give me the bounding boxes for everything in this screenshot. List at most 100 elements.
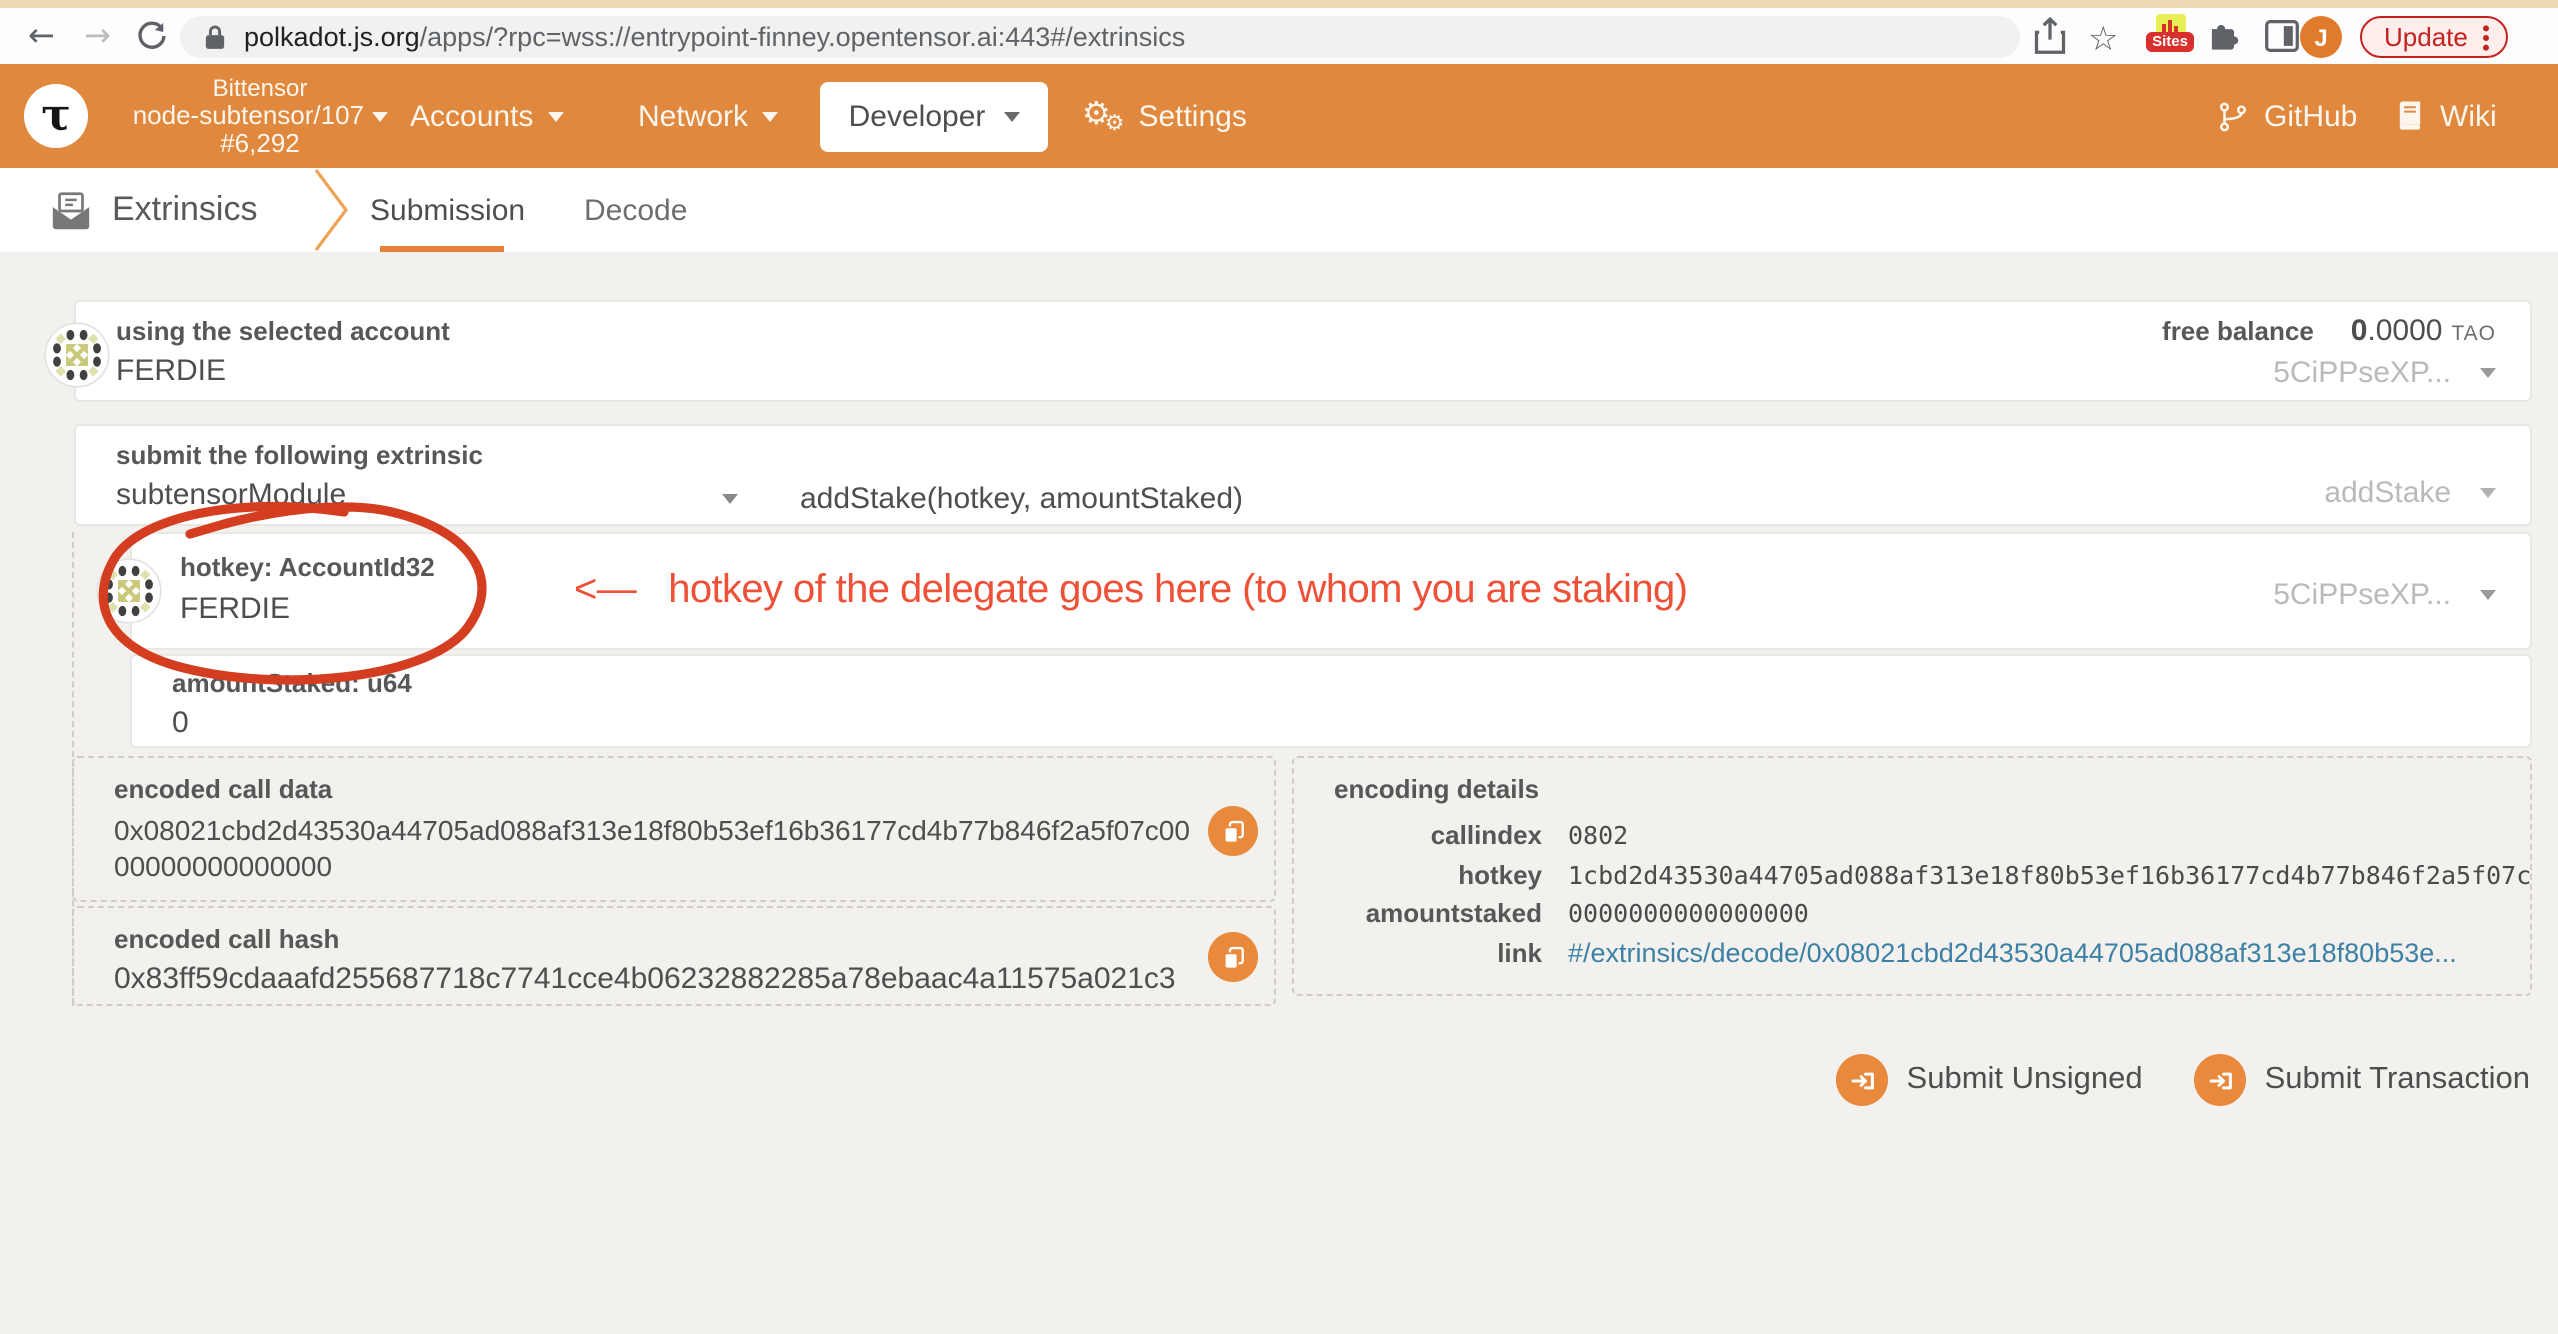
encoded-call-data-label: encoded call data [114, 774, 1234, 804]
github-branch-icon [2216, 99, 2250, 133]
submit-transaction-button[interactable]: Submit Transaction [2195, 1054, 2530, 1106]
chevron-down-icon[interactable] [722, 494, 738, 504]
block-number: #6,292 [110, 130, 410, 158]
url-path: /apps/?rpc=wss://entrypoint-finney.opent… [420, 21, 1186, 51]
param-hotkey-address-short: 5CiPPseXP... [2273, 578, 2451, 612]
call-select-control[interactable]: addStake [2324, 476, 2496, 512]
extrinsics-mail-icon [48, 188, 94, 234]
nav-network-label: Network [638, 99, 748, 133]
balance-frac: .0000 [2367, 314, 2442, 348]
nav-settings[interactable]: ⚙⚙ Settings [1082, 64, 1247, 168]
submit-unsigned-label: Submit Unsigned [1907, 1062, 2143, 1098]
call-signature: addStake(hotkey, amountStaked) [800, 482, 1243, 516]
forward-icon[interactable]: → [84, 8, 111, 64]
tab-bar: Extrinsics Submission Decode [0, 168, 2558, 252]
copy-icon [1219, 943, 1247, 971]
sites-extension-chart [2155, 14, 2185, 34]
ferdie-identicon [44, 322, 110, 388]
extrinsics-form: using the selected account FERDIE free b… [0, 252, 2558, 1334]
copy-icon [1219, 817, 1247, 845]
page: ← → polkadot.js.org/apps/?rpc=wss://entr… [0, 0, 2558, 1334]
wiki-book-icon [2394, 100, 2426, 132]
tab-submission[interactable]: Submission [370, 168, 525, 252]
bittensor-logo-glyph: τ [41, 94, 71, 138]
chevron-down-icon [547, 111, 563, 121]
param-amount-row: amountStaked: u64 0 [130, 654, 2532, 748]
window-top-strip [0, 0, 2558, 8]
account-address-short: 5CiPPseXP... [2273, 356, 2451, 390]
nav-network[interactable]: Network [638, 64, 778, 168]
submit-actions: Submit Unsigned Submit Transaction [1837, 1054, 2530, 1106]
encoded-call-data-value: 0x08021cbd2d43530a44705ad088af313e18f80b… [114, 812, 1194, 884]
submit-unsigned-button[interactable]: Submit Unsigned [1837, 1054, 2143, 1106]
nav-developer-label: Developer [849, 100, 986, 134]
github-link[interactable]: GitHub [2216, 64, 2357, 168]
nav-developer[interactable]: Developer [820, 82, 1048, 152]
encoded-call-hash-label: encoded call hash [114, 924, 1234, 954]
tab-decode[interactable]: Decode [584, 168, 687, 252]
balance-int: 0 [2351, 314, 2368, 348]
encoded-call-hash-value: 0x83ff59cdaaafd255687718c7741cce4b062328… [114, 962, 1234, 996]
chain-name: Bittensor [110, 74, 410, 102]
page-title: Extrinsics [112, 168, 257, 252]
extrinsic-select-label: submit the following extrinsic [116, 440, 2530, 470]
bittensor-logo[interactable]: τ [24, 84, 88, 148]
chevron-down-icon [762, 111, 778, 121]
ferdie-identicon [96, 558, 162, 624]
annotation-arrow: <— [574, 568, 636, 612]
reload-icon[interactable] [136, 20, 168, 52]
share-icon[interactable] [2032, 16, 2068, 56]
param-hotkey-select-control[interactable]: 5CiPPseXP... [2273, 578, 2496, 614]
call-name: addStake [2324, 476, 2451, 510]
copy-call-data-button[interactable] [1208, 806, 1258, 856]
chevron-down-icon[interactable] [2480, 369, 2496, 379]
decode-link[interactable]: #/extrinsics/decode/0x08021cbd2d43530a44… [1568, 933, 2457, 972]
profile-avatar[interactable]: J [2300, 16, 2342, 58]
encoded-call-data-box: encoded call data 0x08021cbd2d43530a4470… [72, 756, 1276, 902]
node-label: node-subtensor/107 [133, 100, 364, 130]
update-label: Update [2384, 22, 2468, 52]
back-icon[interactable]: ← [28, 8, 55, 64]
detail-row-link: link #/extrinsics/decode/0x08021cbd2d435… [1334, 933, 2490, 972]
bookmark-star-icon[interactable]: ☆ [2088, 12, 2119, 68]
param-amount-label: amountStaked: u64 [172, 668, 2530, 698]
annotation-text: <—hotkey of the delegate goes here (to w… [574, 568, 1687, 614]
browser-toolbar: ← → polkadot.js.org/apps/?rpc=wss://entr… [0, 8, 2558, 64]
encoding-details-label: encoding details [1334, 774, 2490, 804]
wiki-link[interactable]: Wiki [2394, 64, 2497, 168]
chevron-down-icon [1003, 112, 1019, 122]
sites-extension-label: Sites [2146, 32, 2194, 52]
free-balance-label: free balance [2162, 316, 2314, 346]
submit-transaction-label: Submit Transaction [2265, 1062, 2530, 1098]
chevron-down-icon[interactable] [2480, 591, 2496, 601]
update-button[interactable]: Update [2360, 16, 2508, 58]
copy-call-hash-button[interactable] [1208, 932, 1258, 982]
wiki-label: Wiki [2440, 99, 2497, 133]
tab-divider [310, 168, 354, 252]
github-label: GitHub [2264, 99, 2357, 133]
sign-in-icon [1837, 1054, 1889, 1106]
chevron-down-icon[interactable] [2480, 489, 2496, 499]
address-bar[interactable]: polkadot.js.org/apps/?rpc=wss://entrypoi… [180, 15, 2020, 57]
detail-row-amountstaked: amountstaked 0000000000000000 [1334, 894, 2490, 933]
detail-row-callindex: callindex 0802 [1334, 816, 2490, 855]
encoding-details-box: encoding details callindex 0802 hotkey 1… [1292, 756, 2532, 996]
chain-selector[interactable]: Bittensor node-subtensor/107 #6,292 [110, 74, 410, 158]
param-amount-value[interactable]: 0 [172, 706, 2530, 740]
nav-settings-label: Settings [1138, 99, 1246, 133]
browser-menu-icon[interactable] [2482, 23, 2490, 51]
module-select[interactable]: subtensorModule [116, 478, 346, 512]
account-select-control[interactable]: free balance 0.0000 TAO 5CiPPseXP... [2162, 314, 2496, 392]
app-header: τ Bittensor node-subtensor/107 #6,292 Ac… [0, 64, 2558, 168]
side-panel-icon[interactable] [2264, 18, 2300, 54]
nav-accounts[interactable]: Accounts [410, 64, 563, 168]
lock-icon [204, 23, 226, 49]
encoded-call-hash-box: encoded call hash 0x83ff59cdaaafd2556877… [72, 906, 1276, 1006]
chevron-down-icon [371, 112, 387, 122]
detail-row-hotkey: hotkey 1cbd2d43530a44705ad088af313e18f80… [1334, 855, 2490, 894]
url-host: polkadot.js.org [244, 21, 420, 51]
extrinsic-select-row: submit the following extrinsic subtensor… [74, 424, 2532, 526]
balance-unit: TAO [2451, 322, 2496, 346]
sites-extension-icon[interactable]: Sites [2144, 14, 2196, 52]
extensions-puzzle-icon[interactable] [2204, 18, 2242, 56]
